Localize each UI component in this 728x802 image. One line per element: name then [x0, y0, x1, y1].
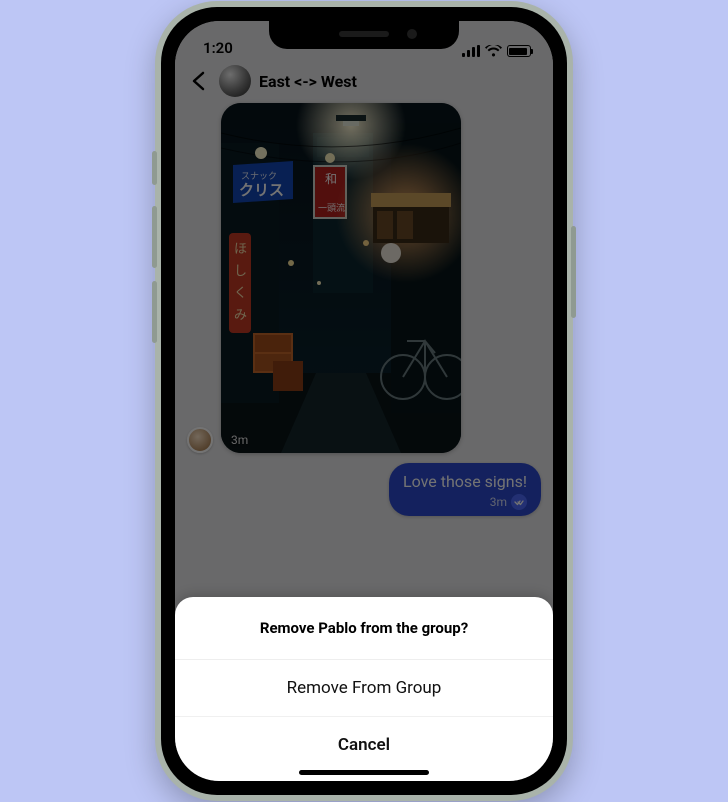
phone-frame: 1:20: [155, 1, 573, 801]
mute-switch: [152, 151, 157, 185]
phone-bezel: 1:20: [161, 7, 567, 795]
action-sheet: Remove Pablo from the group? Remove From…: [175, 597, 553, 781]
screen: 1:20: [175, 21, 553, 781]
sheet-title: Remove Pablo from the group?: [175, 597, 553, 660]
volume-down-button: [152, 281, 157, 343]
notch: [269, 21, 459, 49]
cancel-button[interactable]: Cancel: [175, 717, 553, 773]
power-button: [571, 226, 576, 318]
volume-up-button: [152, 206, 157, 268]
home-indicator[interactable]: [299, 770, 429, 775]
remove-from-group-button[interactable]: Remove From Group: [175, 660, 553, 717]
